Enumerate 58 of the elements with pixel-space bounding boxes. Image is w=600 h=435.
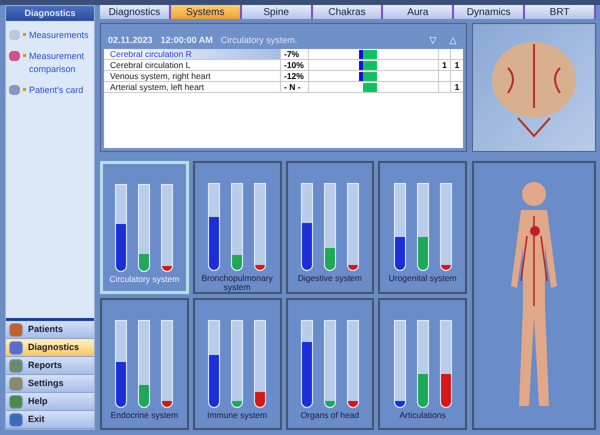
table-row[interactable]: Venous system, right heart -12% bbox=[104, 71, 463, 82]
table-cell: -10% bbox=[281, 60, 309, 70]
table-cell: -12% bbox=[281, 71, 309, 81]
system-label: Articulations bbox=[398, 410, 447, 420]
nav-button[interactable]: Settings bbox=[6, 375, 94, 393]
tab[interactable]: Aura bbox=[383, 5, 454, 19]
table-row[interactable]: Cerebral circulation L -10% 1 1 bbox=[104, 60, 463, 71]
system-label: Endocrine system bbox=[110, 410, 180, 420]
nav-button[interactable]: Diagnostics bbox=[6, 339, 94, 357]
system-label: Organs of head bbox=[300, 410, 360, 420]
table-row[interactable]: Arterial system, left heart - N - 1 bbox=[104, 82, 463, 93]
table-cell: Venous system, right heart bbox=[104, 71, 281, 81]
tab[interactable]: Spine bbox=[242, 5, 313, 19]
norm-bar bbox=[363, 50, 377, 58]
table-cell-text: 1 bbox=[454, 82, 460, 92]
tab[interactable]: Dynamics bbox=[454, 5, 526, 19]
bullet-icon bbox=[23, 54, 26, 57]
table-cell: 1 bbox=[439, 60, 451, 70]
nav-button[interactable]: Help bbox=[6, 393, 94, 411]
table-cell: Arterial system, left heart bbox=[104, 82, 281, 92]
tab[interactable]: BRT bbox=[525, 5, 596, 19]
system-tile[interactable]: Bronchopulmonary system bbox=[192, 161, 282, 294]
system-label: Immune system bbox=[206, 410, 268, 420]
table-cell-text: 1 bbox=[454, 60, 460, 70]
system-tile[interactable]: Urogenital system bbox=[378, 161, 467, 294]
table-cell: Cerebral circulation L bbox=[104, 60, 281, 70]
sidebar-link[interactable]: Measurements bbox=[29, 29, 89, 42]
tab[interactable]: Diagnostics bbox=[100, 5, 171, 19]
system-tile[interactable]: Articulations bbox=[378, 298, 467, 430]
norm-bar bbox=[363, 72, 377, 80]
system-label: Circulatory system bbox=[108, 275, 180, 284]
bullet-icon bbox=[23, 33, 26, 36]
norm-bar bbox=[363, 60, 377, 70]
norm-bar bbox=[363, 82, 377, 92]
system-tile[interactable]: Immune system bbox=[192, 298, 282, 430]
table-cell: - N - bbox=[281, 82, 309, 92]
system-tile[interactable]: Endocrine system bbox=[100, 298, 189, 430]
system-tile[interactable]: Digestive system bbox=[286, 161, 374, 294]
sidebar-title: Diagnostics bbox=[6, 6, 94, 21]
table-row[interactable]: Cerebral circulation R -7% bbox=[104, 49, 463, 60]
up-header: △ bbox=[448, 34, 458, 46]
system-label: Urogenital system bbox=[388, 274, 458, 283]
nav-button[interactable]: Patients bbox=[6, 321, 94, 339]
tab[interactable]: Chakras bbox=[312, 5, 384, 19]
down-header: ▽ bbox=[428, 34, 438, 46]
tab[interactable]: Systems bbox=[170, 5, 242, 19]
measurement-date: 02.11.2023 bbox=[108, 34, 153, 46]
nav-button[interactable]: Exit bbox=[6, 411, 94, 429]
system-tile[interactable]: Organs of head bbox=[286, 298, 374, 430]
bullet-icon bbox=[23, 88, 26, 91]
system-label: Bronchopulmonary system bbox=[200, 274, 274, 292]
sidebar-link[interactable]: Patient's card bbox=[29, 84, 84, 97]
nav-button[interactable]: Reports bbox=[6, 357, 94, 375]
table-cell: -7% bbox=[281, 49, 309, 59]
system-name: Circulatory system. bbox=[220, 34, 298, 47]
system-label: Digestive system bbox=[296, 274, 363, 283]
measurement-time: 12:00:00 AM bbox=[160, 34, 213, 46]
sidebar-link[interactable]: Measurement comparison bbox=[29, 50, 91, 76]
